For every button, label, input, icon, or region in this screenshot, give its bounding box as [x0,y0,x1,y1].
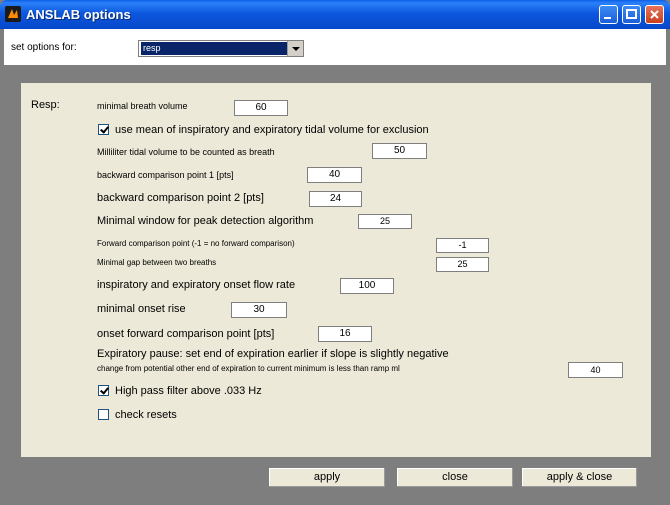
set-options-label: set options for: [11,42,77,53]
check-resets-label: check resets [115,409,177,421]
forward-point-input[interactable]: -1 [436,238,489,253]
backward-point-2-label: backward comparison point 2 [pts] [97,192,264,204]
forward-point-label: Forward comparison point (-1 = no forwar… [97,239,295,248]
min-onset-rise-label: minimal onset rise [97,303,186,315]
apply-button[interactable]: apply [268,467,386,488]
min-onset-rise-input[interactable]: 30 [231,302,287,318]
check-resets-checkbox[interactable] [98,409,109,420]
apply-close-button[interactable]: apply & close [521,467,638,488]
min-window-label: Minimal window for peak detection algori… [97,215,314,227]
close-button[interactable]: close [396,467,514,488]
change-from-potential-input[interactable]: 40 [568,362,623,378]
use-mean-label: use mean of inspiratory and expiratory t… [115,124,429,136]
options-panel [21,83,651,457]
onset-flow-rate-label: inspiratory and expiratory onset flow ra… [97,279,296,291]
window-title: ANSLAB options [26,7,131,22]
title-bar: ANSLAB options [0,0,670,29]
min-window-input[interactable]: 25 [358,214,412,229]
minimize-button[interactable] [599,5,618,24]
header-area [4,29,666,65]
expiratory-pause-label: Expiratory pause: set end of expiration … [97,348,449,360]
ml-tidal-volume-label: Milliliter tidal volume to be counted as… [97,147,275,157]
onset-flow-rate-input[interactable]: 100 [340,278,394,294]
min-breath-volume-label: minimal breath volume [97,101,188,111]
min-gap-input[interactable]: 25 [436,257,489,272]
onset-forward-label: onset forward comparison point [pts] [97,328,275,340]
use-mean-checkbox[interactable] [98,124,109,135]
app-icon [5,6,21,22]
onset-forward-input[interactable]: 16 [318,326,372,342]
min-breath-volume-input[interactable]: 60 [234,100,288,116]
maximize-button[interactable] [622,5,641,24]
options-window: ANSLAB options set options for: resp Res… [0,0,670,505]
high-pass-label: High pass filter above .033 Hz [115,385,262,397]
high-pass-checkbox[interactable] [98,385,109,396]
close-window-button[interactable] [645,5,664,24]
change-from-potential-label: change from potential other end of expir… [97,364,400,373]
chevron-down-icon[interactable] [287,41,303,56]
module-select-value: resp [141,42,287,55]
section-label: Resp: [31,99,60,111]
ml-tidal-volume-input[interactable]: 50 [372,143,427,159]
min-gap-label: Minimal gap between two breaths [97,258,217,267]
backward-point-1-label: backward comparison point 1 [pts] [97,170,234,180]
module-select[interactable]: resp [138,40,304,57]
backward-point-1-input[interactable]: 40 [307,167,362,183]
backward-point-2-input[interactable]: 24 [309,191,362,207]
